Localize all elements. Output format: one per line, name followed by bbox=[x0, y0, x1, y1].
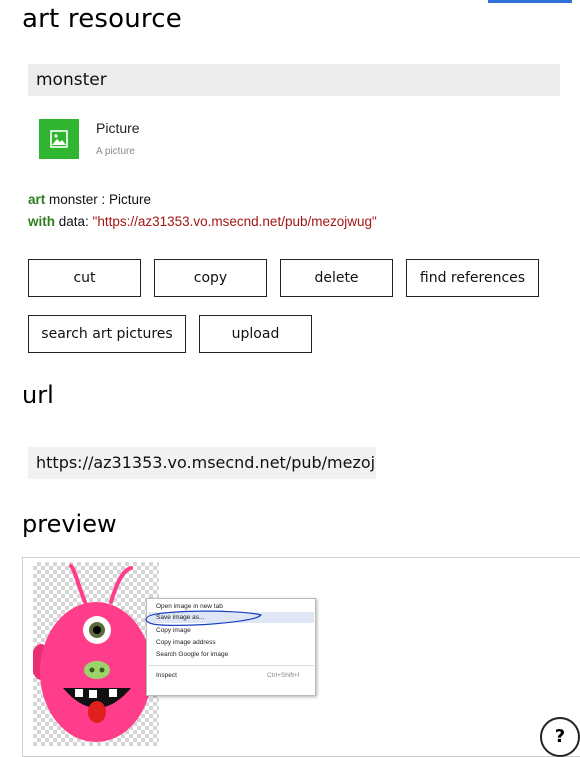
top-link[interactable] bbox=[488, 0, 572, 3]
cut-button[interactable]: cut bbox=[28, 259, 141, 297]
monster-image bbox=[33, 564, 159, 742]
preview-frame: Open image in new tab Save image as... C… bbox=[22, 557, 580, 757]
url-heading: url bbox=[22, 381, 54, 409]
resource-name-field[interactable]: monster bbox=[28, 64, 560, 96]
upload-button[interactable]: upload bbox=[199, 315, 312, 353]
menu-search-google[interactable]: Search Google for image bbox=[156, 651, 228, 658]
copy-button[interactable]: copy bbox=[154, 259, 267, 297]
keyword-with: with bbox=[28, 214, 55, 229]
menu-inspect[interactable]: Inspect bbox=[156, 672, 177, 679]
data-url-string: "https://az31353.vo.msecnd.net/pub/mezoj… bbox=[92, 214, 377, 229]
keyword-art: art bbox=[28, 192, 46, 207]
menu-copy-image[interactable]: Copy image bbox=[156, 627, 191, 634]
url-field[interactable]: https://az31353.vo.msecnd.net/pub/mezojw… bbox=[28, 447, 376, 479]
context-menu: Open image in new tab Save image as... C… bbox=[145, 598, 316, 696]
help-button[interactable]: ? bbox=[540, 717, 580, 757]
code-line-declaration: art monster : Picture bbox=[28, 192, 151, 207]
declaration-text: monster : Picture bbox=[45, 192, 152, 207]
picture-icon bbox=[50, 130, 68, 148]
search-art-pictures-button[interactable]: search art pictures bbox=[28, 315, 186, 353]
menu-inspect-shortcut: Ctrl+Shift+I bbox=[267, 672, 300, 679]
code-line-data: with data: "https://az31353.vo.msecnd.ne… bbox=[28, 214, 377, 229]
kind-subtitle: A picture bbox=[96, 146, 135, 157]
preview-heading: preview bbox=[22, 510, 117, 538]
menu-separator bbox=[148, 665, 314, 666]
data-label: data: bbox=[55, 214, 93, 229]
kind-title: Picture bbox=[96, 120, 140, 136]
page-title: art resource bbox=[22, 4, 182, 34]
delete-button[interactable]: delete bbox=[280, 259, 393, 297]
menu-copy-image-address[interactable]: Copy image address bbox=[156, 639, 216, 646]
find-references-button[interactable]: find references bbox=[406, 259, 539, 297]
picture-kind-tile bbox=[39, 119, 79, 159]
annotation-circle bbox=[145, 610, 263, 626]
